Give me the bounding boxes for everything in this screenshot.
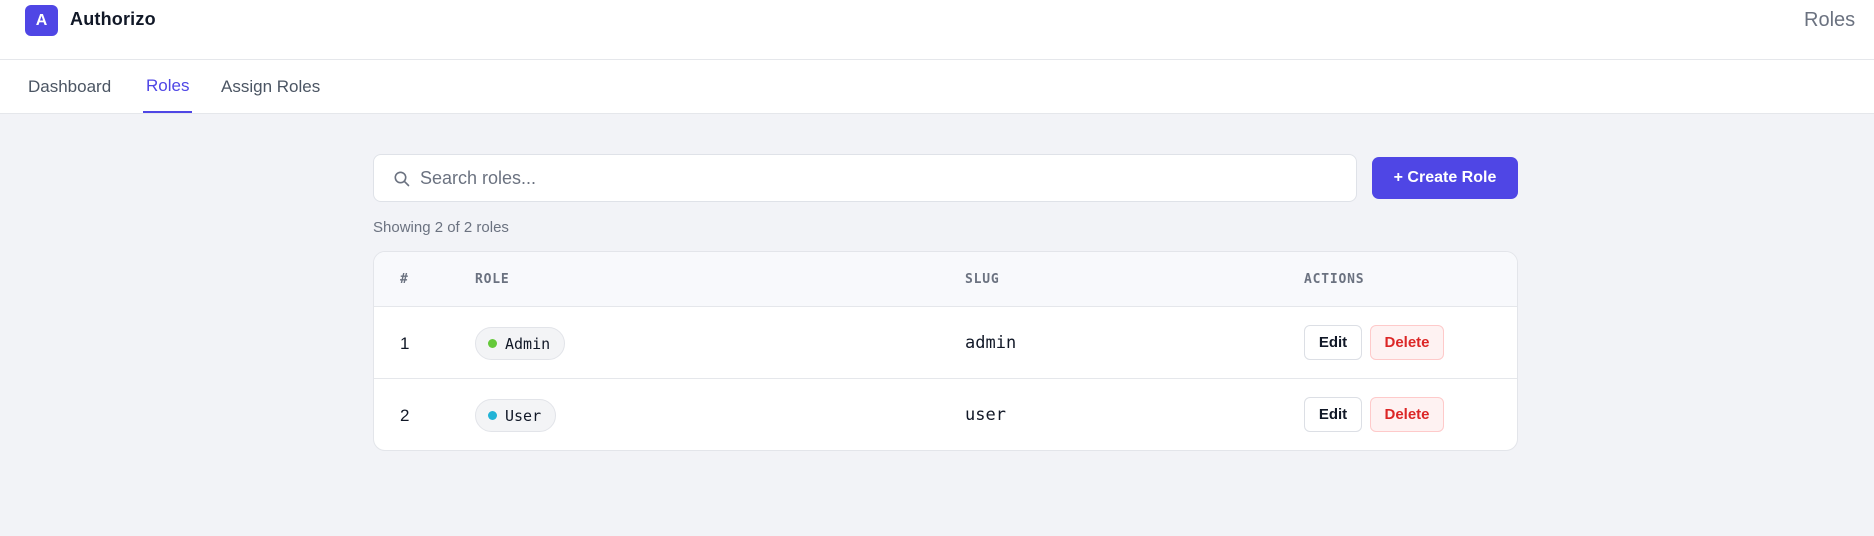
search-icon bbox=[394, 171, 410, 187]
table-row: 2 User user Edit Delete bbox=[374, 379, 1517, 450]
role-status-dot bbox=[488, 339, 497, 348]
table-row: 1 Admin admin Edit Delete bbox=[374, 307, 1517, 379]
role-name: User bbox=[505, 406, 542, 425]
role-badge: Admin bbox=[475, 327, 566, 360]
search-box bbox=[373, 154, 1357, 202]
table-header: # ROLE SLUG ACTIONS bbox=[374, 252, 1517, 307]
role-status-dot bbox=[488, 411, 497, 420]
page-title: Roles bbox=[1804, 9, 1856, 31]
delete-button[interactable]: Delete bbox=[1370, 325, 1444, 360]
header-actions: ACTIONS bbox=[1304, 272, 1365, 287]
role-slug: user bbox=[965, 405, 1006, 425]
header-role: ROLE bbox=[475, 272, 510, 287]
role-slug: admin bbox=[965, 333, 1017, 353]
roles-table: # ROLE SLUG ACTIONS 1 Admin admin Edit D… bbox=[373, 251, 1518, 451]
search-input[interactable] bbox=[420, 155, 1340, 201]
brand-name[interactable]: Authorizo bbox=[70, 9, 156, 30]
create-role-button[interactable]: + Create Role bbox=[1372, 157, 1518, 199]
app-logo[interactable]: A bbox=[25, 5, 58, 36]
role-name: Admin bbox=[505, 334, 551, 353]
role-badge: User bbox=[475, 399, 557, 432]
tab-roles[interactable]: Roles bbox=[143, 60, 193, 113]
nav-bar: Dashboard Roles Assign Roles bbox=[0, 60, 1874, 114]
edit-button[interactable]: Edit bbox=[1304, 397, 1362, 432]
tab-dashboard[interactable]: Dashboard bbox=[28, 60, 111, 113]
row-number: 1 bbox=[400, 334, 410, 353]
logo-letter: A bbox=[35, 11, 48, 29]
top-bar: A Authorizo Roles bbox=[0, 0, 1874, 60]
header-slug: SLUG bbox=[965, 272, 1000, 287]
tab-assign-roles[interactable]: Assign Roles bbox=[221, 60, 320, 113]
edit-button[interactable]: Edit bbox=[1304, 325, 1362, 360]
delete-button[interactable]: Delete bbox=[1370, 397, 1444, 432]
header-num: # bbox=[400, 272, 409, 287]
row-number: 2 bbox=[400, 406, 410, 425]
results-count: Showing 2 of 2 roles bbox=[373, 219, 509, 236]
